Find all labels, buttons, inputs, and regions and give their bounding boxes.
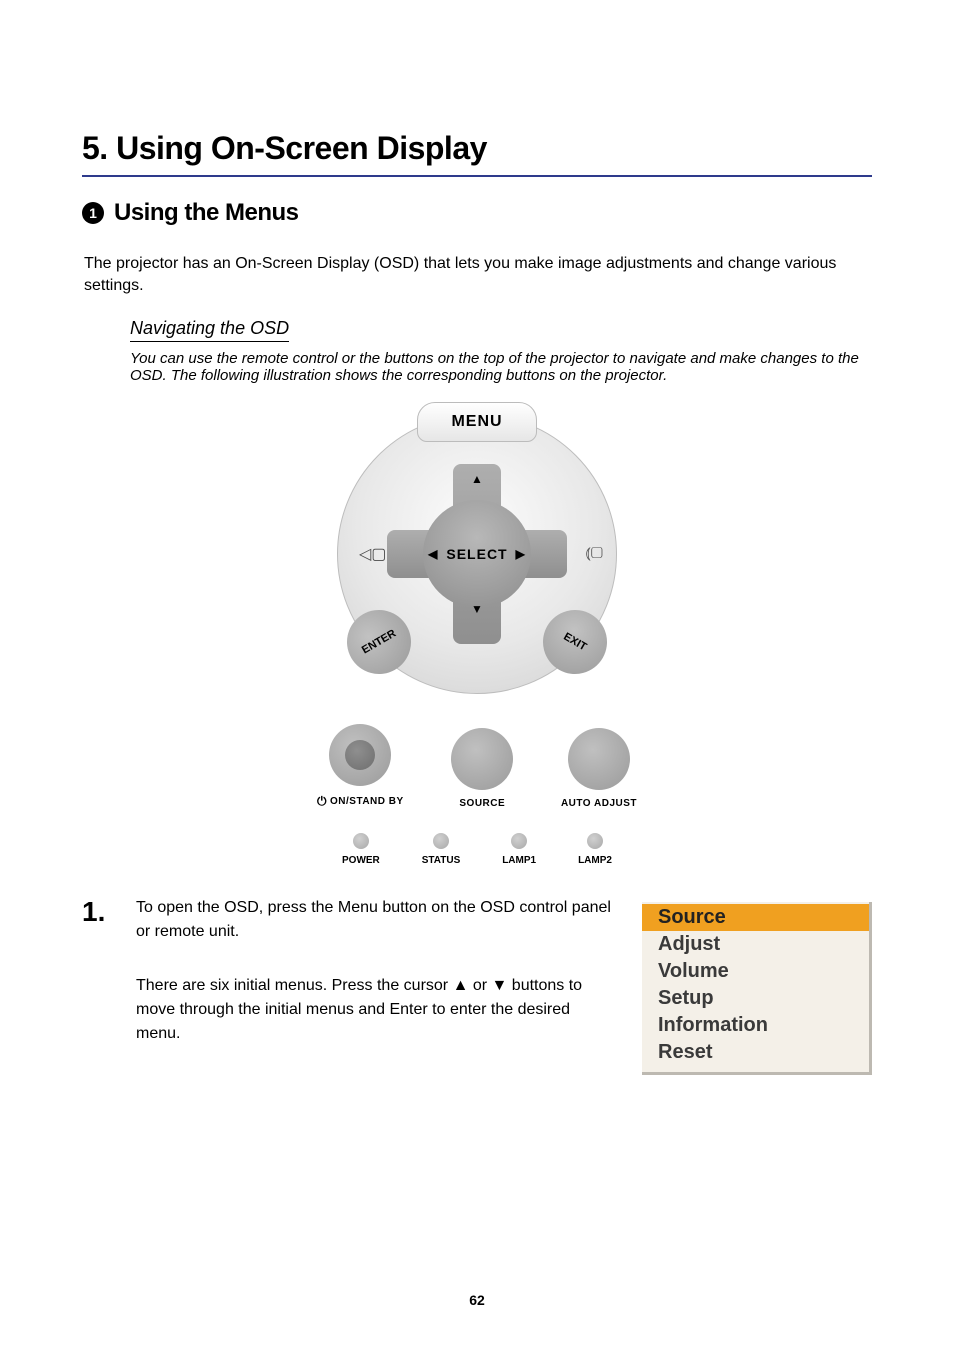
section-title: Using the Menus	[114, 199, 299, 227]
lamp1-led-group: LAMP1	[502, 833, 536, 866]
source-label: SOURCE	[459, 798, 505, 809]
lamp2-led-icon	[587, 833, 603, 849]
select-button[interactable]: ◀ SELECT ▶	[428, 546, 526, 562]
step-text: To open the OSD, press the Menu button o…	[136, 896, 628, 1046]
chapter-title: 5. Using On-Screen Display	[82, 130, 872, 177]
step-1-block: 1. To open the OSD, press the Menu butto…	[82, 896, 872, 1075]
osd-menu: Source Adjust Volume Setup Information R…	[642, 902, 872, 1075]
power-led-group: POWER	[342, 833, 380, 866]
down-arrow-icon[interactable]: ▼	[471, 602, 483, 616]
power-led-label: POWER	[342, 855, 380, 866]
intro-paragraph: The projector has an On-Screen Display (…	[84, 253, 872, 296]
subsection-title: Navigating the OSD	[130, 318, 289, 342]
auto-adjust-label: AUTO ADJUST	[561, 798, 637, 809]
subsection: Navigating the OSD You can use the remot…	[130, 318, 872, 384]
section-header: 1 Using the Menus	[82, 199, 872, 227]
page-number: 62	[469, 1292, 485, 1308]
source-button[interactable]	[451, 728, 513, 790]
lamp2-led-label: LAMP2	[578, 855, 612, 866]
power-icon: ⏻	[317, 794, 327, 809]
panel-buttons-row: ⏻ ON/STAND BY SOURCE AUTO ADJUST	[317, 724, 637, 809]
power-led-icon	[353, 833, 369, 849]
status-led-icon	[433, 833, 449, 849]
step-line-2: There are six initial menus. Press the c…	[136, 974, 616, 1046]
osd-item-information[interactable]: Information	[642, 1012, 869, 1039]
lamp1-led-label: LAMP1	[502, 855, 536, 866]
control-panel-figure: MENU ▲ ▼ ◀ SELECT ▶ ◁▢ ⦅▢ ENTER EXIT ⏻ O…	[312, 414, 642, 866]
menu-button[interactable]: MENU	[417, 402, 537, 442]
subsection-note: You can use the remote control or the bu…	[130, 350, 872, 384]
step-line-1: To open the OSD, press the Menu button o…	[136, 896, 616, 944]
osd-item-setup[interactable]: Setup	[642, 985, 869, 1012]
status-led-group: STATUS	[422, 833, 461, 866]
on-standby-label: ⏻ ON/STAND BY	[317, 794, 404, 809]
on-standby-group: ⏻ ON/STAND BY	[317, 724, 404, 809]
auto-adjust-group: AUTO ADJUST	[561, 728, 637, 809]
keystone-left-icon: ◁▢	[359, 544, 386, 564]
osd-item-volume[interactable]: Volume	[642, 958, 869, 985]
select-label-text: SELECT	[446, 546, 507, 562]
osd-item-reset[interactable]: Reset	[642, 1039, 869, 1066]
circled-number-icon: 1	[82, 202, 104, 224]
auto-adjust-button[interactable]	[568, 728, 630, 790]
on-standby-button[interactable]	[329, 724, 391, 786]
dial-assembly: MENU ▲ ▼ ◀ SELECT ▶ ◁▢ ⦅▢ ENTER EXIT	[337, 414, 617, 694]
source-group: SOURCE	[451, 728, 513, 809]
right-arrow-icon: ▶	[516, 547, 526, 561]
led-row: POWER STATUS LAMP1 LAMP2	[342, 833, 612, 866]
left-arrow-icon: ◀	[428, 547, 438, 561]
osd-item-source[interactable]: Source	[642, 904, 869, 931]
lamp1-led-icon	[511, 833, 527, 849]
status-led-label: STATUS	[422, 855, 461, 866]
keystone-right-icon: ⦅▢	[585, 545, 603, 563]
step-number: 1.	[82, 896, 122, 928]
osd-item-adjust[interactable]: Adjust	[642, 931, 869, 958]
lamp2-led-group: LAMP2	[578, 833, 612, 866]
up-arrow-icon[interactable]: ▲	[471, 472, 483, 486]
